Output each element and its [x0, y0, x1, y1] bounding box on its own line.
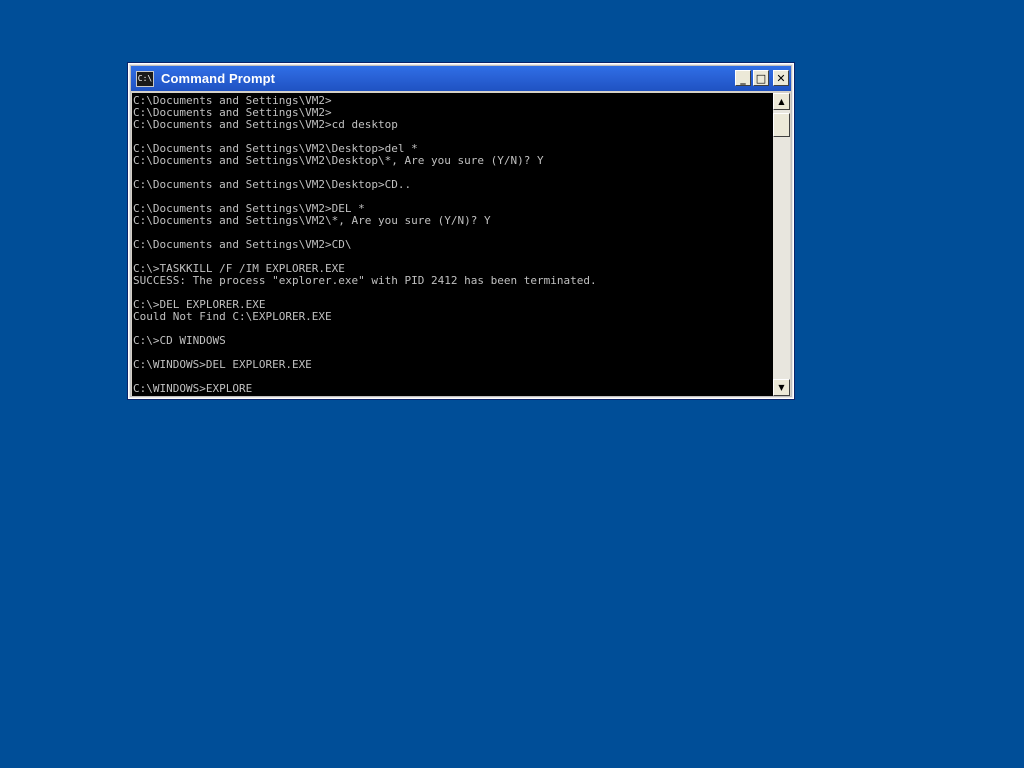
command-prompt-icon[interactable]: C:\ [136, 70, 154, 87]
title-bar[interactable]: C:\ Command Prompt _ □ ✕ [131, 66, 791, 91]
console-line: C:\>CD WINDOWS [133, 334, 226, 347]
maximize-button[interactable]: □ [753, 70, 769, 86]
window-title: Command Prompt [161, 71, 276, 86]
console-line: C:\Documents and Settings\VM2\*, Are you… [133, 214, 491, 227]
console-line: Could Not Find C:\EXPLORER.EXE [133, 310, 332, 323]
console-output[interactable]: C:\Documents and Settings\VM2> C:\Docume… [132, 93, 773, 396]
console-text: C:\Documents and Settings\VM2> C:\Docume… [132, 93, 773, 395]
console-line: SUCCESS: The process "explorer.exe" with… [133, 274, 597, 287]
console-line: C:\WINDOWS>EXPLORE [133, 382, 253, 395]
console-line: C:\Documents and Settings\VM2\Desktop\*,… [133, 154, 544, 167]
command-prompt-window[interactable]: C:\ Command Prompt _ □ ✕ C:\Documents an… [127, 62, 795, 400]
close-button[interactable]: ✕ [773, 70, 789, 86]
minimize-button[interactable]: _ [735, 70, 751, 86]
console-line: C:\WINDOWS>DEL EXPLORER.EXE [133, 358, 312, 371]
scroll-up-button[interactable]: ▲ [773, 93, 790, 110]
window-controls: _ □ ✕ [735, 70, 789, 86]
console-line: C:\Documents and Settings\VM2\Desktop>CD… [133, 178, 412, 191]
vertical-scrollbar[interactable]: ▲ ▼ [773, 93, 790, 396]
console-line: C:\Documents and Settings\VM2>CD\ [133, 238, 352, 251]
scroll-down-button[interactable]: ▼ [773, 379, 790, 396]
scroll-thumb[interactable] [773, 113, 790, 137]
console-line: C:\Documents and Settings\VM2>cd desktop [133, 118, 398, 131]
